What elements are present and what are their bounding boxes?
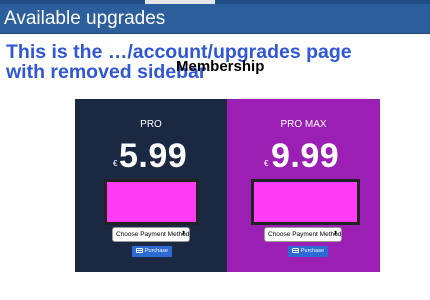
- payment-method-label: Choose Payment Method: [268, 231, 342, 238]
- redacted-area: [104, 179, 199, 225]
- payment-method-select[interactable]: Choose Payment Method ⬍: [264, 227, 342, 242]
- membership-heading: Membership: [176, 58, 265, 75]
- purchase-button[interactable]: Purchase: [288, 246, 328, 257]
- currency-symbol: €: [113, 159, 118, 168]
- page-header: Available upgrades: [0, 4, 430, 34]
- plan-card-pro-max: PRO MAX € 9.99 Choose Payment Method ⬍ P…: [227, 99, 380, 272]
- page-title: Available upgrades: [4, 8, 166, 29]
- purchase-label: Purchase: [300, 248, 325, 254]
- price-amount: 5.99: [119, 137, 188, 175]
- plan-name: PRO: [140, 119, 162, 130]
- purchase-button[interactable]: Purchase: [132, 246, 172, 257]
- select-caret-icon: ⬍: [180, 231, 186, 237]
- plan-price: € 9.99: [227, 137, 380, 177]
- credit-card-icon: [135, 248, 143, 254]
- select-caret-icon: ⬍: [332, 231, 338, 237]
- plan-card-pro: PRO € 5.99 Choose Payment Method ⬍ Purch…: [75, 99, 227, 272]
- plan-price: € 5.99: [75, 137, 227, 177]
- price-amount: 9.99: [271, 137, 340, 175]
- credit-card-icon: [291, 248, 299, 254]
- purchase-label: Purchase: [144, 248, 169, 254]
- redacted-area: [251, 179, 360, 225]
- payment-method-label: Choose Payment Method: [116, 231, 190, 238]
- payment-method-select[interactable]: Choose Payment Method ⬍: [112, 227, 190, 242]
- currency-symbol: €: [264, 159, 269, 168]
- plan-name: PRO MAX: [280, 119, 327, 130]
